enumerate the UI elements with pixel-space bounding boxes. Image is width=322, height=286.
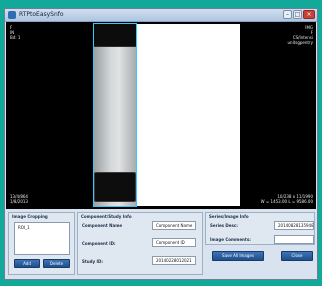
crop-region[interactable] <box>93 23 137 207</box>
roi-list[interactable]: ROI_1 <box>14 222 70 255</box>
component-study-title: Component/Study Info <box>81 214 132 219</box>
window-controls: – □ × <box>283 10 315 19</box>
series-image-panel: Series/Image Info Series Desc: 201408281… <box>205 212 315 245</box>
close-button[interactable]: Close <box>281 251 313 261</box>
image-viewer[interactable]: F IN Bd: 1 IMG F CS/Intensi unitsgpentry… <box>6 22 316 209</box>
minimize-icon[interactable]: – <box>283 10 292 19</box>
image-cropping-panel: Image Cropping ROI_1 Add Delete <box>8 212 75 275</box>
app-icon <box>8 11 16 19</box>
image-comments-field[interactable] <box>274 235 314 244</box>
image-comments-label: Image Comments: <box>210 237 251 242</box>
component-study-panel: Component/Study Info Component Name Comp… <box>77 212 203 275</box>
image-cropping-title: Image Cropping <box>12 214 48 219</box>
component-name-label: Component Name <box>82 223 123 228</box>
component-name-field[interactable]: Component Name <box>152 221 196 230</box>
window-title: RTPtoEasySnfo <box>19 11 64 18</box>
list-item[interactable]: ROI_1 <box>15 223 69 232</box>
study-id-field[interactable]: 20140228012021 <box>152 256 196 265</box>
title-bar[interactable]: RTPtoEasySnfo – □ × <box>5 9 317 22</box>
maximize-icon[interactable]: □ <box>293 10 302 19</box>
series-image-title: Series/Image Info <box>209 214 249 219</box>
app-window: RTPtoEasySnfo – □ × F IN Bd: 1 IMG F CS/… <box>4 8 318 280</box>
series-desc-label: Series Desc: <box>210 223 238 228</box>
study-id-label: Study ID: <box>82 259 103 264</box>
overlay-bottom-left: 13/4/864 1/8/2013 <box>10 194 28 204</box>
component-id-label: Component ID: <box>82 241 116 246</box>
overlay-bottom-right: 10/238 x 11/1990 W = 1453.00 L = 9586.00 <box>260 194 313 204</box>
save-all-images-button[interactable]: Save All Images <box>212 251 264 261</box>
series-desc-field[interactable]: 20140828135948 <box>274 221 314 230</box>
close-icon[interactable]: × <box>303 10 315 19</box>
add-button[interactable]: Add <box>14 259 40 268</box>
overlay-top-left: F IN Bd: 1 <box>10 25 21 40</box>
overlay-top-right: IMG F CS/Intensi unitsgpentry <box>287 25 314 45</box>
component-id-field[interactable]: Component ID <box>152 238 196 247</box>
image-background <box>136 24 240 206</box>
delete-button[interactable]: Delete <box>43 259 70 268</box>
